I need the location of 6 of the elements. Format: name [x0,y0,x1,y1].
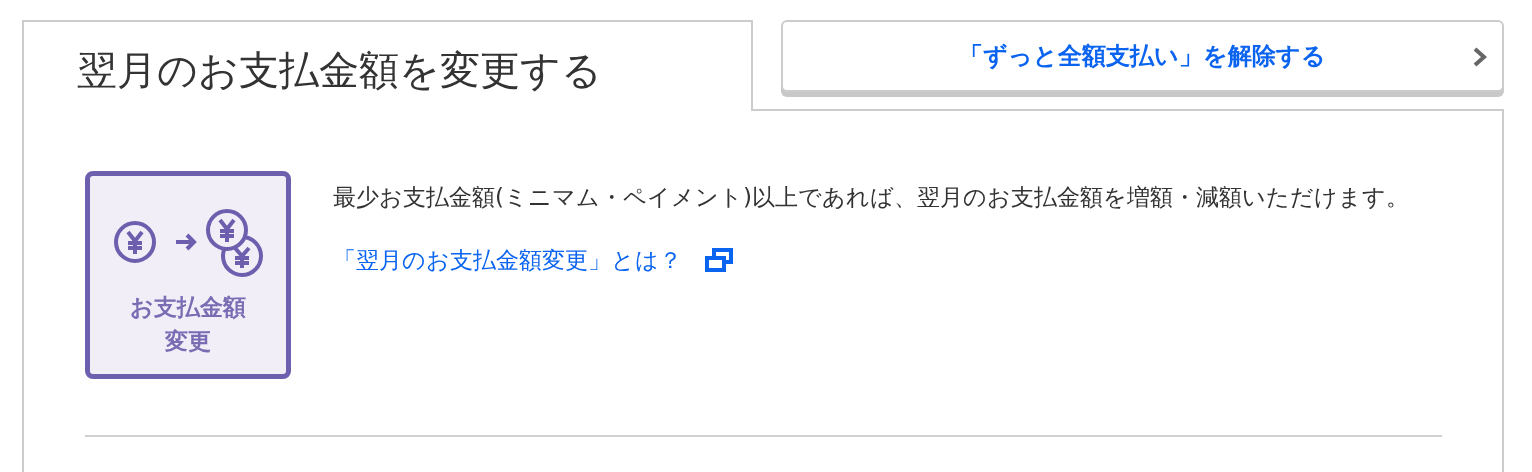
chevron-right-icon [1472,46,1488,68]
tile-label: お支払金額 [130,293,246,322]
tile-label: 変更 [165,327,211,356]
help-link[interactable]: 「翌月のお支払金額変更」とは？ [333,243,682,278]
page-heading: 翌月のお支払金額を変更する [77,45,602,95]
description-text: 最少お支払金額(ミニマム・ペイメント)以上であれば、翌月のお支払金額を増額・減額いただけます。 [333,183,1409,212]
